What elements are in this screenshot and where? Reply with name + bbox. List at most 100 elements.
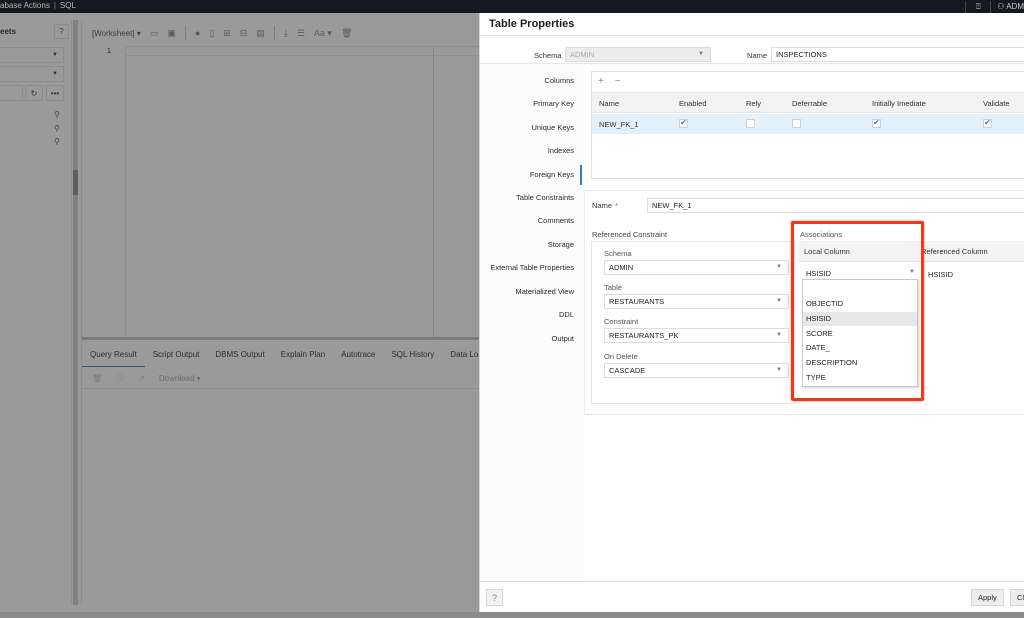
ref-schema-label: Schema xyxy=(604,249,632,258)
local-column-dropdown: OBJECTID HSISID SCORE DATE_ DESCRIPTION … xyxy=(802,279,918,387)
dialog-footer: ? Apply Close xyxy=(480,581,1024,612)
ref-schema-select[interactable]: ADMIN ▼ xyxy=(604,260,789,275)
dropdown-option-empty[interactable] xyxy=(803,283,917,297)
pin-icon[interactable]: ⚲ xyxy=(54,124,60,133)
tab-dbms-output[interactable]: DBMS Output xyxy=(207,342,272,367)
column-header-enabled: Enabled xyxy=(679,99,707,108)
fk-name-input[interactable]: NEW_FK_1 xyxy=(647,198,1024,213)
fk-name-label-text: Name xyxy=(592,201,613,210)
breadcrumb-app[interactable]: abase Actions xyxy=(0,1,50,10)
nav-columns[interactable]: Columns xyxy=(544,76,574,85)
panel-select-1[interactable]: ▼ xyxy=(0,47,64,63)
font-size-icon[interactable]: Aa ▾ xyxy=(314,28,332,39)
add-foreign-key-button[interactable]: + xyxy=(598,76,604,87)
dropdown-option-selected[interactable]: HSISID xyxy=(803,312,917,326)
sql-tuning-icon[interactable]: ▤ xyxy=(256,28,265,39)
nav-active-indicator xyxy=(580,165,582,185)
table-header: Name Enabled Rely Deferrable Initially I… xyxy=(592,92,1024,113)
splitter-grip[interactable] xyxy=(73,170,78,195)
save-icon[interactable]: ▣ xyxy=(167,28,176,39)
associations-title: Associations xyxy=(800,230,843,239)
nav-unique-keys[interactable]: Unique Keys xyxy=(531,123,574,132)
nav-storage[interactable]: Storage xyxy=(548,240,574,249)
run-script-icon[interactable]: ▯ xyxy=(209,28,214,39)
ref-constraint-select[interactable]: RESTAURANTS_PK ▼ xyxy=(604,328,789,343)
tab-query-result[interactable]: Query Result xyxy=(82,342,145,367)
bottom-strip xyxy=(0,612,1024,618)
fk-name-value: NEW_FK_1 xyxy=(652,201,692,210)
nav-indexes[interactable]: Indexes xyxy=(548,146,574,155)
panel-search-input[interactable] xyxy=(0,85,23,101)
refresh-icon: ↻ xyxy=(30,88,38,98)
rely-checkbox[interactable] xyxy=(746,119,755,128)
on-delete-value: CASCADE xyxy=(609,366,646,375)
apply-button[interactable]: Apply xyxy=(971,589,1004,606)
code-area[interactable] xyxy=(125,46,482,337)
close-button[interactable]: Close xyxy=(1010,589,1024,606)
referenced-constraint-title: Referenced Constraint xyxy=(592,230,668,239)
dropdown-option[interactable]: DESCRIPTION xyxy=(803,356,917,370)
dropdown-option[interactable]: TYPE xyxy=(803,371,917,385)
table-row[interactable]: NEW_FK_1 xyxy=(592,114,1024,134)
column-header-initially-immediate: Initially Imediate xyxy=(872,99,926,108)
trash-icon[interactable]: 🗑 xyxy=(92,374,102,383)
result-tabs: Query Result Script Output DBMS Output E… xyxy=(82,342,493,367)
on-delete-select[interactable]: CASCADE ▼ xyxy=(604,363,789,378)
nav-foreign-keys[interactable]: Foreign Keys xyxy=(530,170,574,179)
panel-splitter[interactable] xyxy=(73,20,78,605)
breadcrumb-separator: | xyxy=(53,1,56,10)
tab-autotrace[interactable]: Autotrace xyxy=(333,342,383,367)
nav-external-table-properties[interactable]: External Table Properties xyxy=(490,263,574,272)
more-button[interactable]: ••• xyxy=(46,85,64,101)
open-external-icon[interactable]: ↗ xyxy=(138,374,145,383)
chevron-down-icon: ▼ xyxy=(776,264,782,270)
open-icon[interactable]: ▭ xyxy=(150,28,159,39)
info-icon[interactable]: ⓘ xyxy=(116,373,124,384)
dropdown-option[interactable]: SCORE xyxy=(803,327,917,341)
validate-checkbox[interactable] xyxy=(983,118,992,128)
deferrable-checkbox[interactable] xyxy=(792,119,801,128)
dropdown-option[interactable]: OBJECTID xyxy=(803,297,917,311)
dropdown-option[interactable]: DATE_ xyxy=(803,341,917,355)
explain-plan-icon[interactable]: ⊞ xyxy=(223,28,231,39)
trash-icon[interactable]: 🗑 xyxy=(341,28,352,39)
run-icon[interactable]: ● xyxy=(195,28,200,38)
pin-icon[interactable]: ⚲ xyxy=(54,110,60,119)
foreign-keys-table: + − Name Enabled Rely Deferrable Initial… xyxy=(591,71,1024,179)
pin-icon[interactable]: ⚲ xyxy=(54,137,60,146)
breadcrumb-sql[interactable]: SQL xyxy=(60,1,76,10)
nav-comments[interactable]: Comments xyxy=(538,216,574,225)
nav-primary-key[interactable]: Primary Key xyxy=(533,99,574,108)
nav-ddl[interactable]: DDL xyxy=(559,310,574,319)
download-icon[interactable]: ⤓ xyxy=(284,28,288,39)
user-icon: ⚇ xyxy=(997,2,1007,11)
ref-table-select[interactable]: RESTAURANTS ▼ xyxy=(604,294,789,309)
table-name-input[interactable]: INSPECTIONS xyxy=(771,47,1024,62)
panel-help-button[interactable]: ? xyxy=(54,24,69,39)
fk-name-cell: NEW_FK_1 xyxy=(599,120,639,129)
editor-result-splitter[interactable] xyxy=(82,337,481,340)
autotrace-icon[interactable]: ⊟ xyxy=(240,28,248,39)
nav-table-constraints[interactable]: Table Constraints xyxy=(516,193,574,202)
dialog-header: Table Properties xyxy=(480,13,1024,36)
local-column-header: Local Column xyxy=(804,247,850,256)
worksheet-selector[interactable]: [Worksheet] ▾ xyxy=(92,29,141,38)
schema-value: ADMIN xyxy=(570,50,595,59)
help-icon: ? xyxy=(491,592,497,603)
refresh-button[interactable]: ↻ xyxy=(25,85,43,101)
format-icon[interactable]: ☰ xyxy=(297,28,305,39)
tab-explain-plan[interactable]: Explain Plan xyxy=(273,342,333,367)
tab-script-output[interactable]: Script Output xyxy=(145,342,208,367)
download-dropdown[interactable]: Download ▾ xyxy=(159,374,201,383)
dialog-help-button[interactable]: ? xyxy=(486,589,503,606)
nav-output[interactable]: Output xyxy=(551,334,574,343)
enabled-checkbox[interactable] xyxy=(679,118,688,128)
help-icon: ? xyxy=(59,27,64,36)
initially-immediate-checkbox[interactable] xyxy=(872,118,881,128)
user-menu[interactable]: ⚇ ADM xyxy=(997,2,1024,11)
nav-materialized-view[interactable]: Materialized View xyxy=(515,287,574,296)
panel-select-2[interactable]: ▼ xyxy=(0,66,64,82)
help-button[interactable]: ⍰ xyxy=(965,0,992,13)
remove-foreign-key-button[interactable]: − xyxy=(615,76,621,87)
tab-sql-history[interactable]: SQL History xyxy=(383,342,442,367)
